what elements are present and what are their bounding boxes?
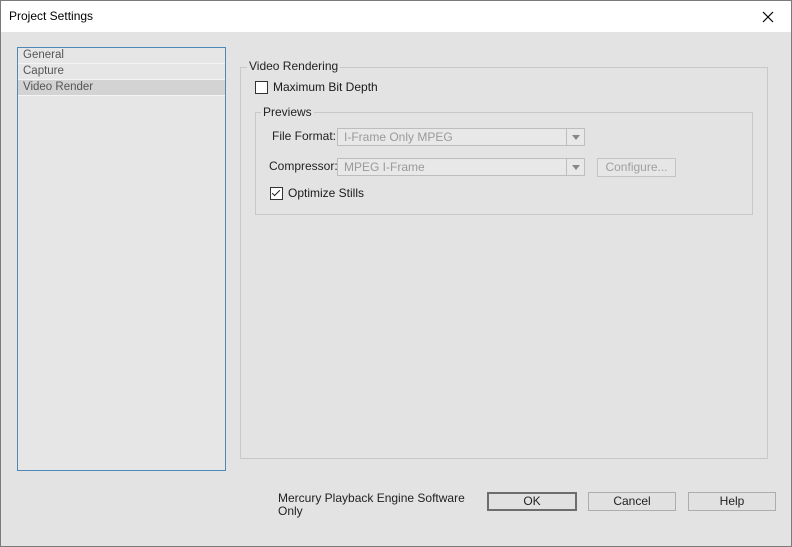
help-button[interactable]: Help	[688, 492, 776, 511]
optimize-stills-label: Optimize Stills	[288, 186, 365, 200]
maximum-bit-depth-checkbox[interactable]	[255, 80, 268, 94]
chevron-down-icon	[566, 159, 584, 175]
renderer-status-text: Mercury Playback Engine Software Only	[278, 491, 465, 518]
dialog-body: General Capture Video Render Video Rende…	[1, 32, 791, 546]
sidebar-item-capture[interactable]: Capture	[18, 64, 225, 80]
title-bar: Project Settings	[1, 1, 791, 32]
configure-button[interactable]: Configure...	[597, 158, 676, 177]
sidebar-item-video-render[interactable]: Video Render	[18, 80, 225, 96]
file-format-value: I-Frame Only MPEG	[344, 130, 453, 144]
ok-button[interactable]: OK	[487, 492, 577, 511]
file-format-select[interactable]: I-Frame Only MPEG	[337, 128, 585, 146]
cancel-button[interactable]: Cancel	[588, 492, 676, 511]
maximum-bit-depth-label: Maximum Bit Depth	[273, 80, 378, 94]
close-icon	[762, 11, 774, 22]
chevron-down-icon	[566, 129, 584, 145]
previews-legend: Previews	[261, 105, 314, 119]
compressor-select[interactable]: MPEG I-Frame	[337, 158, 585, 176]
close-button[interactable]	[745, 1, 791, 32]
optimize-stills-option[interactable]: Optimize Stills	[270, 186, 364, 200]
video-rendering-legend: Video Rendering	[247, 59, 341, 73]
maximum-bit-depth-option[interactable]: Maximum Bit Depth	[255, 80, 378, 94]
optimize-stills-checkbox[interactable]	[270, 186, 283, 200]
sidebar-item-general[interactable]: General	[18, 48, 225, 64]
project-settings-dialog: Project Settings General Capture Video R…	[0, 0, 792, 547]
settings-category-list[interactable]: General Capture Video Render	[17, 47, 226, 471]
compressor-value: MPEG I-Frame	[344, 160, 425, 174]
compressor-label: Compressor:	[269, 159, 338, 173]
file-format-label: File Format:	[272, 129, 337, 143]
window-title: Project Settings	[9, 9, 94, 23]
